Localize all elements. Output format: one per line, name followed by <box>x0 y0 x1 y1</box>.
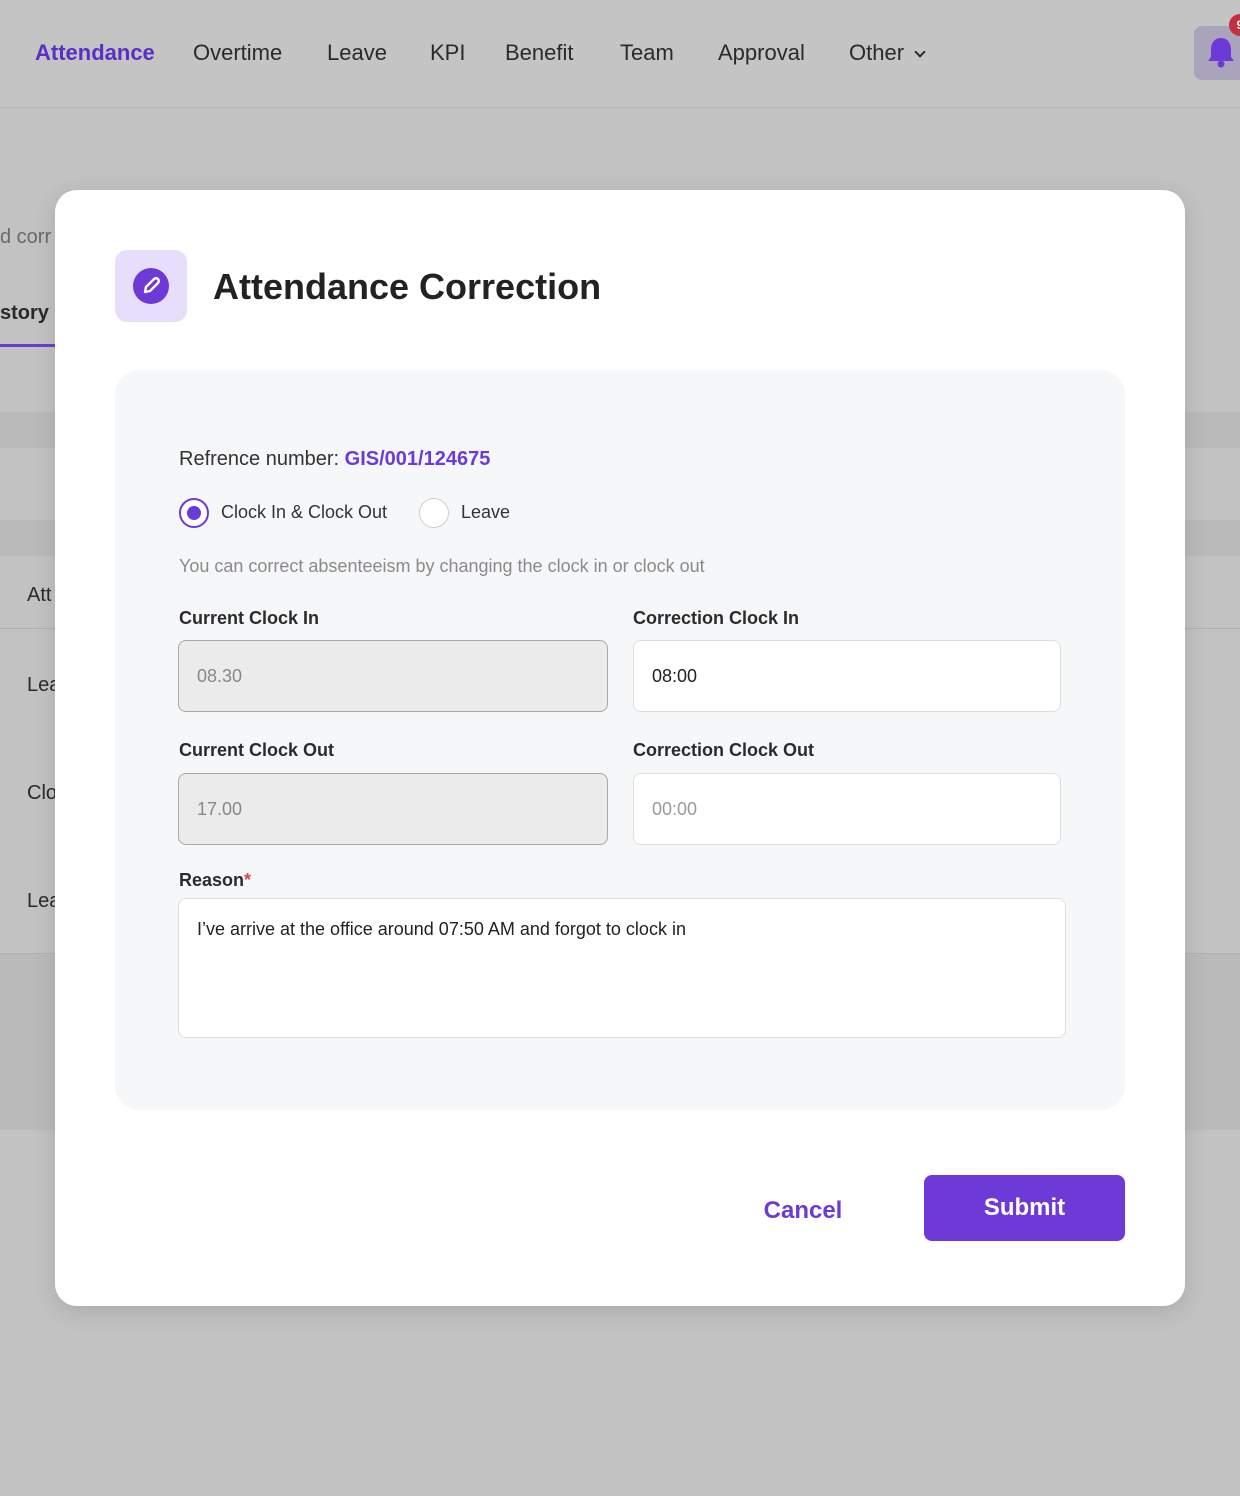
cancel-button[interactable]: Cancel <box>745 1194 861 1228</box>
edit-icon-circle <box>133 268 169 304</box>
modal-title: Attendance Correction <box>213 266 602 307</box>
hint-text: You can correct absenteeism by changing … <box>179 556 705 576</box>
correction-clock-out-placeholder: 00:00 <box>652 798 698 819</box>
current-clock-in-value: 08.30 <box>197 665 243 686</box>
radio-leave-label[interactable]: Leave <box>461 502 510 523</box>
nav-item-team[interactable]: Team <box>620 40 674 66</box>
form-panel: Refrence number: GIS/001/124675 Clock In… <box>115 370 1125 1110</box>
chevron-down-icon <box>914 46 926 58</box>
current-clock-out-input: 17.00 <box>178 773 608 845</box>
correction-clock-in-label: Correction Clock In <box>633 608 800 628</box>
submit-button[interactable]: Submit <box>924 1175 1125 1241</box>
required-mark: * <box>244 870 252 890</box>
reference-value: GIS/001/124675 <box>344 448 491 470</box>
reason-label-text: Reason <box>179 870 245 890</box>
nav-item-other[interactable]: Other <box>849 40 926 66</box>
modal-header-icon <box>115 250 187 322</box>
bell-icon <box>1208 38 1234 68</box>
nav-item-benefit[interactable]: Benefit <box>505 40 574 66</box>
bg-subtitle-fragment: d corr <box>0 226 52 248</box>
bg-tab-history[interactable]: story <box>0 302 49 325</box>
top-navigation: Attendance Overtime Leave KPI Benefit Te… <box>0 0 1240 108</box>
attendance-correction-modal: Attendance Correction Refrence number: G… <box>55 190 1185 1306</box>
reference-label: Refrence number: <box>179 448 345 470</box>
nav-item-attendance[interactable]: Attendance <box>35 40 155 66</box>
nav-item-leave[interactable]: Leave <box>327 40 387 66</box>
bg-row-text: Clo <box>27 782 58 804</box>
reason-textarea[interactable]: I’ve arrive at the office around 07:50 A… <box>178 898 1066 1038</box>
pencil-icon <box>143 277 160 294</box>
correction-clock-in-value: 08:00 <box>652 665 698 686</box>
correction-clock-out-label: Correction Clock Out <box>633 740 815 760</box>
reason-label: Reason* <box>179 870 251 891</box>
current-clock-out-label: Current Clock Out <box>179 740 335 760</box>
current-clock-in-label: Current Clock In <box>179 608 320 628</box>
nav-item-other-label: Other <box>849 40 905 65</box>
bg-row-text: Att <box>27 584 52 606</box>
current-clock-in-input: 08.30 <box>178 640 608 712</box>
nav-item-kpi[interactable]: KPI <box>430 40 465 66</box>
reference-number: Refrence number: GIS/001/124675 <box>179 448 490 471</box>
radio-clock-in-out[interactable] <box>179 498 209 528</box>
correction-clock-in-input[interactable]: 08:00 <box>633 640 1061 712</box>
bg-tab-underline <box>0 344 56 347</box>
current-clock-out-value: 17.00 <box>197 798 243 819</box>
nav-item-overtime[interactable]: Overtime <box>193 40 282 66</box>
radio-leave[interactable] <box>419 498 449 528</box>
correction-clock-out-input[interactable]: 00:00 <box>633 773 1061 845</box>
nav-item-approval[interactable]: Approval <box>718 40 805 66</box>
reason-value: I’ve arrive at the office around 07:50 A… <box>197 919 686 939</box>
radio-clock-in-out-label[interactable]: Clock In & Clock Out <box>221 502 387 523</box>
